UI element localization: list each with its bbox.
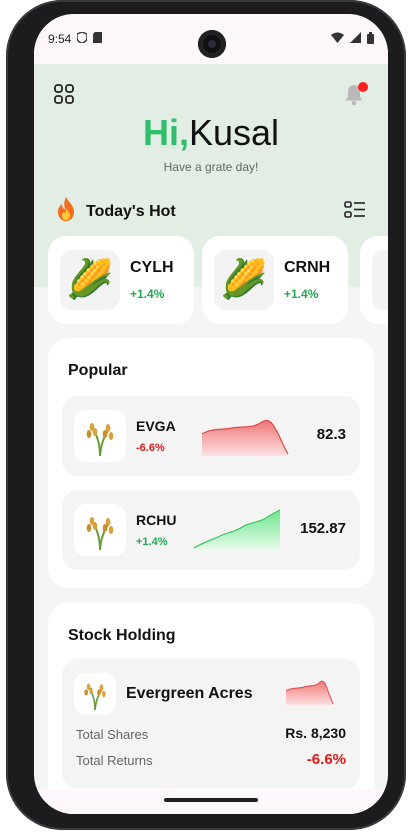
app-screen: 9:54 Hi,Kusal Have a grate day! Today's … <box>34 14 388 814</box>
home-gesture-handle[interactable] <box>164 798 258 802</box>
vpn-icon <box>76 31 89 46</box>
list-icon <box>344 201 365 218</box>
stock-price: 152.87 <box>300 520 346 537</box>
tagline: Have a grate day! <box>163 160 259 174</box>
phone-frame: 9:54 Hi,Kusal Have a grate day! Today's … <box>6 0 406 830</box>
hot-card-change: +1.4% <box>130 287 165 301</box>
list-view-button[interactable] <box>344 200 366 220</box>
greeting-hi: Hi, <box>142 112 189 153</box>
total-shares-value: Rs. 8,230 <box>285 725 346 741</box>
holding-card[interactable]: Evergreen Acres Total Shares Rs. 8,230 T… <box>62 659 360 789</box>
todays-hot-heading: Today's Hot <box>54 196 176 227</box>
signal-icon <box>350 32 361 46</box>
popular-section: Popular EVGA -6.6% 82.3 RCHU +1.4% 152.8… <box>48 338 374 588</box>
stock-symbol: EVGA <box>136 418 176 434</box>
app-grid-icon[interactable] <box>54 84 74 104</box>
rice-plant-icon <box>74 673 116 715</box>
stock-price: 82.3 <box>316 426 346 443</box>
rice-plant-icon <box>74 410 126 462</box>
hot-cards-carousel[interactable]: 🌽 CYLH +1.4% 🌽 CRNH +1.4% <box>48 236 388 326</box>
popular-title: Popular <box>68 362 128 379</box>
rice-plant-icon <box>74 504 126 556</box>
stock-holding-title: Stock Holding <box>68 627 176 644</box>
stock-change: -6.6% <box>136 442 165 454</box>
holding-name: Evergreen Acres <box>126 685 253 702</box>
navigation-bar <box>34 790 388 814</box>
hot-card[interactable]: 🌽 CYLH +1.4% <box>48 236 194 324</box>
front-camera <box>198 30 226 58</box>
popular-stock-row[interactable]: EVGA -6.6% 82.3 <box>62 396 360 476</box>
user-name: Kusal <box>188 112 280 153</box>
hot-card[interactable]: 🌽 CRNH +1.4% <box>202 236 348 324</box>
total-returns-value: -6.6% <box>306 751 346 768</box>
sd-card-icon <box>93 32 103 46</box>
battery-icon <box>367 31 374 47</box>
hot-card-change: +1.4% <box>284 287 319 301</box>
stock-change: +1.4% <box>136 536 168 548</box>
stock-thumbnail <box>372 250 388 310</box>
notification-badge <box>358 82 368 92</box>
wifi-icon <box>331 32 344 46</box>
sparkline-up <box>194 509 281 550</box>
notification-button[interactable] <box>344 82 368 106</box>
status-time: 9:54 <box>48 32 72 46</box>
stock-holding-section: Stock Holding Evergreen Acres Total Shar… <box>48 603 374 814</box>
sparkline-down <box>202 419 289 456</box>
total-returns-label: Total Returns <box>76 753 153 768</box>
corn-icon: 🌽 <box>60 250 120 310</box>
holding-sparkline <box>286 680 334 705</box>
greeting-title: Hi,Kusal <box>34 112 388 154</box>
hot-card-symbol: CRNH <box>284 259 331 276</box>
hot-card-symbol: CYLH <box>130 259 174 276</box>
fire-icon <box>54 196 78 227</box>
todays-hot-title: Today's Hot <box>86 202 176 220</box>
stock-symbol: RCHU <box>136 512 177 528</box>
hot-card-partial[interactable] <box>360 236 388 324</box>
total-shares-label: Total Shares <box>76 727 149 742</box>
corn-icon: 🌽 <box>214 250 274 310</box>
popular-stock-row[interactable]: RCHU +1.4% 152.87 <box>62 490 360 570</box>
